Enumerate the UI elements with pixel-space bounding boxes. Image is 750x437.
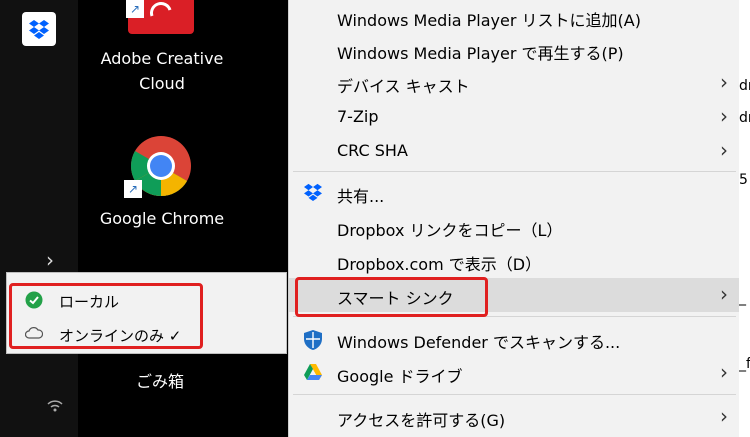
menu-item-label: 共有... — [337, 187, 385, 206]
menu-separator — [293, 394, 736, 395]
menu-item-label: Windows Defender でスキャンする... — [337, 333, 621, 352]
chevron-right-icon: › — [720, 282, 728, 306]
menu-item-label: Windows Media Player で再生する(P) — [337, 44, 624, 63]
menu-item-wmp-add[interactable]: Windows Media Player リストに追加(A) — [289, 0, 740, 34]
menu-item-dropbox-share[interactable]: 共有... — [289, 176, 740, 210]
shortcut-arrow-icon: ↗ — [126, 0, 144, 18]
menu-item-label: Google ドライブ — [337, 367, 463, 386]
chevron-right-icon: › — [720, 104, 728, 128]
menu-item-label: 7-Zip — [337, 107, 379, 126]
menu-separator — [293, 171, 736, 172]
menu-item-give-access[interactable]: アクセスを許可する(G) › — [289, 400, 740, 434]
background-text: dr — [739, 78, 750, 94]
highlight-box-submenu — [9, 283, 203, 349]
menu-item-cast-to-device[interactable]: デバイス キャスト › — [289, 66, 740, 100]
background-text: _f — [739, 356, 750, 372]
google-drive-icon — [303, 363, 323, 383]
recycle-bin-label: ごみ箱 — [136, 372, 185, 391]
menu-item-label: デバイス キャスト — [337, 77, 470, 96]
background-text: _ — [739, 290, 746, 306]
menu-item-label: Windows Media Player リストに追加(A) — [337, 11, 641, 30]
dropbox-icon — [303, 183, 323, 203]
menu-item-label: アクセスを許可する(G) — [337, 411, 506, 430]
desktop: ↗ Adobe Creative Cloud ↗ Google Chrome ご… — [78, 0, 288, 437]
menu-item-7zip[interactable]: 7-Zip › — [289, 100, 740, 134]
chevron-right-icon[interactable]: › — [46, 248, 54, 272]
menu-item-dropbox-view-web[interactable]: Dropbox.com で表示（D） — [289, 244, 740, 278]
chevron-right-icon: › — [720, 138, 728, 162]
background-window-edge: dr dr 5 _ _f — [739, 0, 750, 437]
chevron-right-icon: › — [720, 404, 728, 428]
wifi-icon[interactable] — [46, 396, 64, 416]
menu-item-label: Dropbox.com で表示（D） — [337, 255, 542, 274]
google-chrome-label: Google Chrome — [99, 209, 225, 228]
menu-item-label: Dropbox リンクをコピー（L） — [337, 221, 563, 240]
context-menu: Windows Media Player リストに追加(A) Windows M… — [288, 0, 740, 437]
chevron-right-icon: › — [720, 360, 728, 384]
defender-shield-icon — [303, 329, 323, 350]
menu-item-dropbox-copy-link[interactable]: Dropbox リンクをコピー（L） — [289, 210, 740, 244]
highlight-box-smart-sync — [295, 277, 488, 317]
dropbox-taskbar-icon[interactable] — [22, 12, 56, 46]
menu-item-crc-sha[interactable]: CRC SHA › — [289, 134, 740, 168]
adobe-creative-cloud-label: Adobe Creative Cloud — [100, 49, 224, 93]
taskbar: › — [0, 0, 78, 437]
background-text: 5 — [739, 172, 748, 188]
menu-item-google-drive[interactable]: Google ドライブ › — [289, 356, 740, 390]
chevron-right-icon: › — [720, 70, 728, 94]
menu-item-label: CRC SHA — [337, 141, 408, 160]
menu-item-wmp-play[interactable]: Windows Media Player で再生する(P) — [289, 33, 740, 67]
shortcut-arrow-icon: ↗ — [124, 180, 142, 198]
background-text: dr — [739, 110, 750, 126]
menu-item-defender-scan[interactable]: Windows Defender でスキャンする... — [289, 322, 740, 356]
